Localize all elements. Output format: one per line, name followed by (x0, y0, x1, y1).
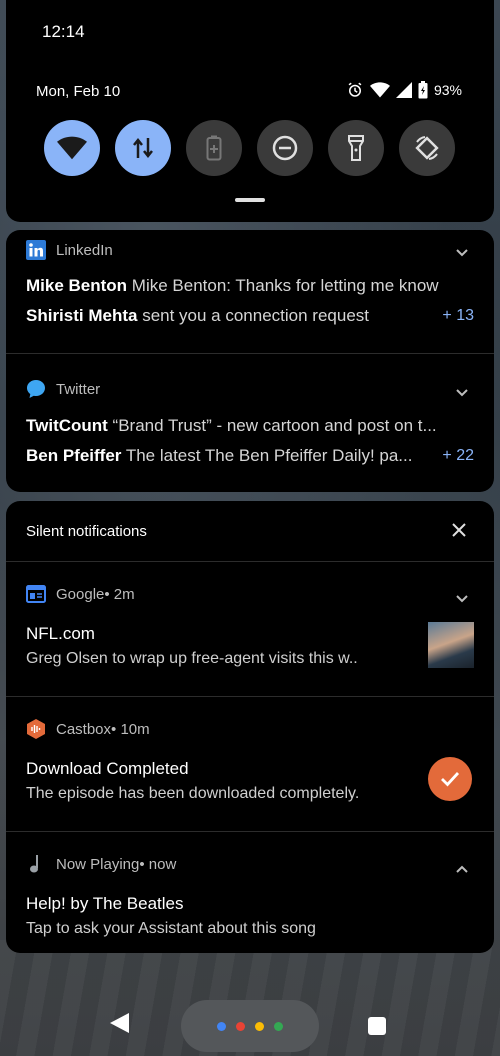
linkedin-icon (26, 240, 46, 260)
message-text: “Brand Trust” - new cartoon and post on … (107, 416, 437, 435)
sender-name: Shiristi Mehta (26, 306, 138, 325)
notification-text: Tap to ask your Assistant about this son… (26, 920, 316, 937)
quick-settings-panel: 12:14 Mon, Feb 10 93% (6, 0, 494, 222)
cell-signal-icon (395, 82, 412, 98)
date-label[interactable]: Mon, Feb 10 (36, 83, 120, 100)
message-text: The latest The Ben Pfeiffer Daily! pa... (121, 446, 413, 465)
twitter-notification[interactable]: Twitter TwitCount “Brand Trust” - new ca… (6, 354, 494, 492)
assistant-dot-blue (217, 1021, 226, 1031)
battery-percent: 93% (433, 82, 462, 98)
notification-text: The episode has been downloaded complete… (26, 785, 360, 802)
flashlight-icon (348, 135, 364, 161)
app-name: LinkedIn (56, 241, 113, 259)
flashlight-tile[interactable] (328, 120, 384, 176)
google-notification[interactable]: Google • 2m NFL.com Greg Olsen to wrap u… (6, 562, 494, 696)
check-icon (441, 772, 460, 787)
home-button[interactable] (181, 1000, 319, 1052)
alarm-icon (346, 81, 364, 99)
status-icons: 93% (346, 81, 462, 99)
notification-app-row: Now Playing • now (26, 854, 176, 874)
back-button[interactable] (109, 1012, 131, 1039)
notification-app-row: LinkedIn (26, 240, 113, 260)
sender-name: TwitCount (26, 416, 108, 435)
panel-drag-handle[interactable] (235, 198, 265, 202)
battery-saver-tile[interactable] (186, 120, 242, 176)
app-name: Castbox (56, 720, 112, 738)
message-line: Mike Benton Mike Benton: Thanks for lett… (26, 276, 474, 296)
message-line: Ben Pfeiffer The latest The Ben Pfeiffer… (26, 446, 424, 466)
castbox-notification[interactable]: Castbox • 10m Download Completed The epi… (6, 697, 494, 831)
message-line: TwitCount “Brand Trust” - new cartoon an… (26, 416, 474, 436)
auto-rotate-tile[interactable] (399, 120, 455, 176)
chevron-down-icon[interactable] (456, 244, 468, 262)
wifi-icon (57, 136, 87, 160)
notification-title: Help! by The Beatles (26, 894, 184, 913)
notification-app-row: Twitter (26, 379, 100, 399)
now-playing-notification[interactable]: Now Playing • now Help! by The Beatles T… (6, 832, 494, 953)
wifi-signal-icon (369, 82, 390, 98)
chevron-down-icon[interactable] (456, 384, 468, 402)
chevron-up-icon[interactable] (456, 860, 468, 878)
done-button[interactable] (428, 757, 472, 801)
data-arrows-icon (133, 137, 153, 159)
news-thumbnail-image (428, 622, 474, 668)
status-time: 12:14 (42, 22, 85, 41)
message-text: Mike Benton: Thanks for letting me know (127, 276, 439, 295)
notification-text: Greg Olsen to wrap up free-agent visits … (26, 650, 358, 667)
quick-tiles (44, 120, 455, 176)
linkedin-notification[interactable]: LinkedIn Mike Benton Mike Benton: Thanks… (6, 230, 494, 353)
app-name: Google (56, 585, 105, 603)
notification-time: • 2m (104, 585, 135, 603)
notification-title: NFL.com (26, 624, 95, 643)
section-title: Silent notifications (26, 523, 147, 540)
mobile-data-tile[interactable] (115, 120, 171, 176)
notification-title: Download Completed (26, 759, 189, 778)
sender-name: Ben Pfeiffer (26, 446, 122, 465)
assistant-dot-yellow (255, 1021, 264, 1031)
message-line: Shiristi Mehta sent you a connection req… (26, 306, 424, 326)
auto-rotate-icon (415, 136, 439, 160)
app-name: Now Playing (56, 855, 140, 873)
assistant-dot-green (274, 1021, 283, 1031)
notification-app-row: Google • 2m (26, 584, 135, 604)
sender-name: Mike Benton (26, 276, 128, 295)
do-not-disturb-tile[interactable] (257, 120, 313, 176)
recents-button[interactable] (368, 1017, 386, 1035)
more-count: + 22 (442, 447, 474, 464)
silent-notifications-header: Silent notifications (6, 501, 494, 561)
navigation-bar (0, 996, 500, 1056)
news-icon (26, 584, 46, 604)
notification-time: • 10m (111, 720, 150, 738)
battery-icon (418, 81, 428, 99)
twitter-chat-icon (26, 379, 46, 399)
close-icon[interactable] (452, 523, 466, 542)
assistant-dot-red (236, 1021, 245, 1031)
castbox-icon (26, 719, 46, 739)
notification-time: • now (139, 855, 177, 873)
wifi-tile[interactable] (44, 120, 100, 176)
message-text: sent you a connection request (137, 306, 370, 325)
music-note-icon (26, 854, 46, 874)
back-triangle-icon (110, 1013, 129, 1033)
battery-saver-icon (206, 135, 222, 161)
do-not-disturb-icon (272, 135, 298, 161)
more-count: + 13 (442, 307, 474, 324)
notification-app-row: Castbox • 10m (26, 719, 150, 739)
app-name: Twitter (56, 380, 101, 398)
chevron-down-icon[interactable] (456, 590, 468, 608)
